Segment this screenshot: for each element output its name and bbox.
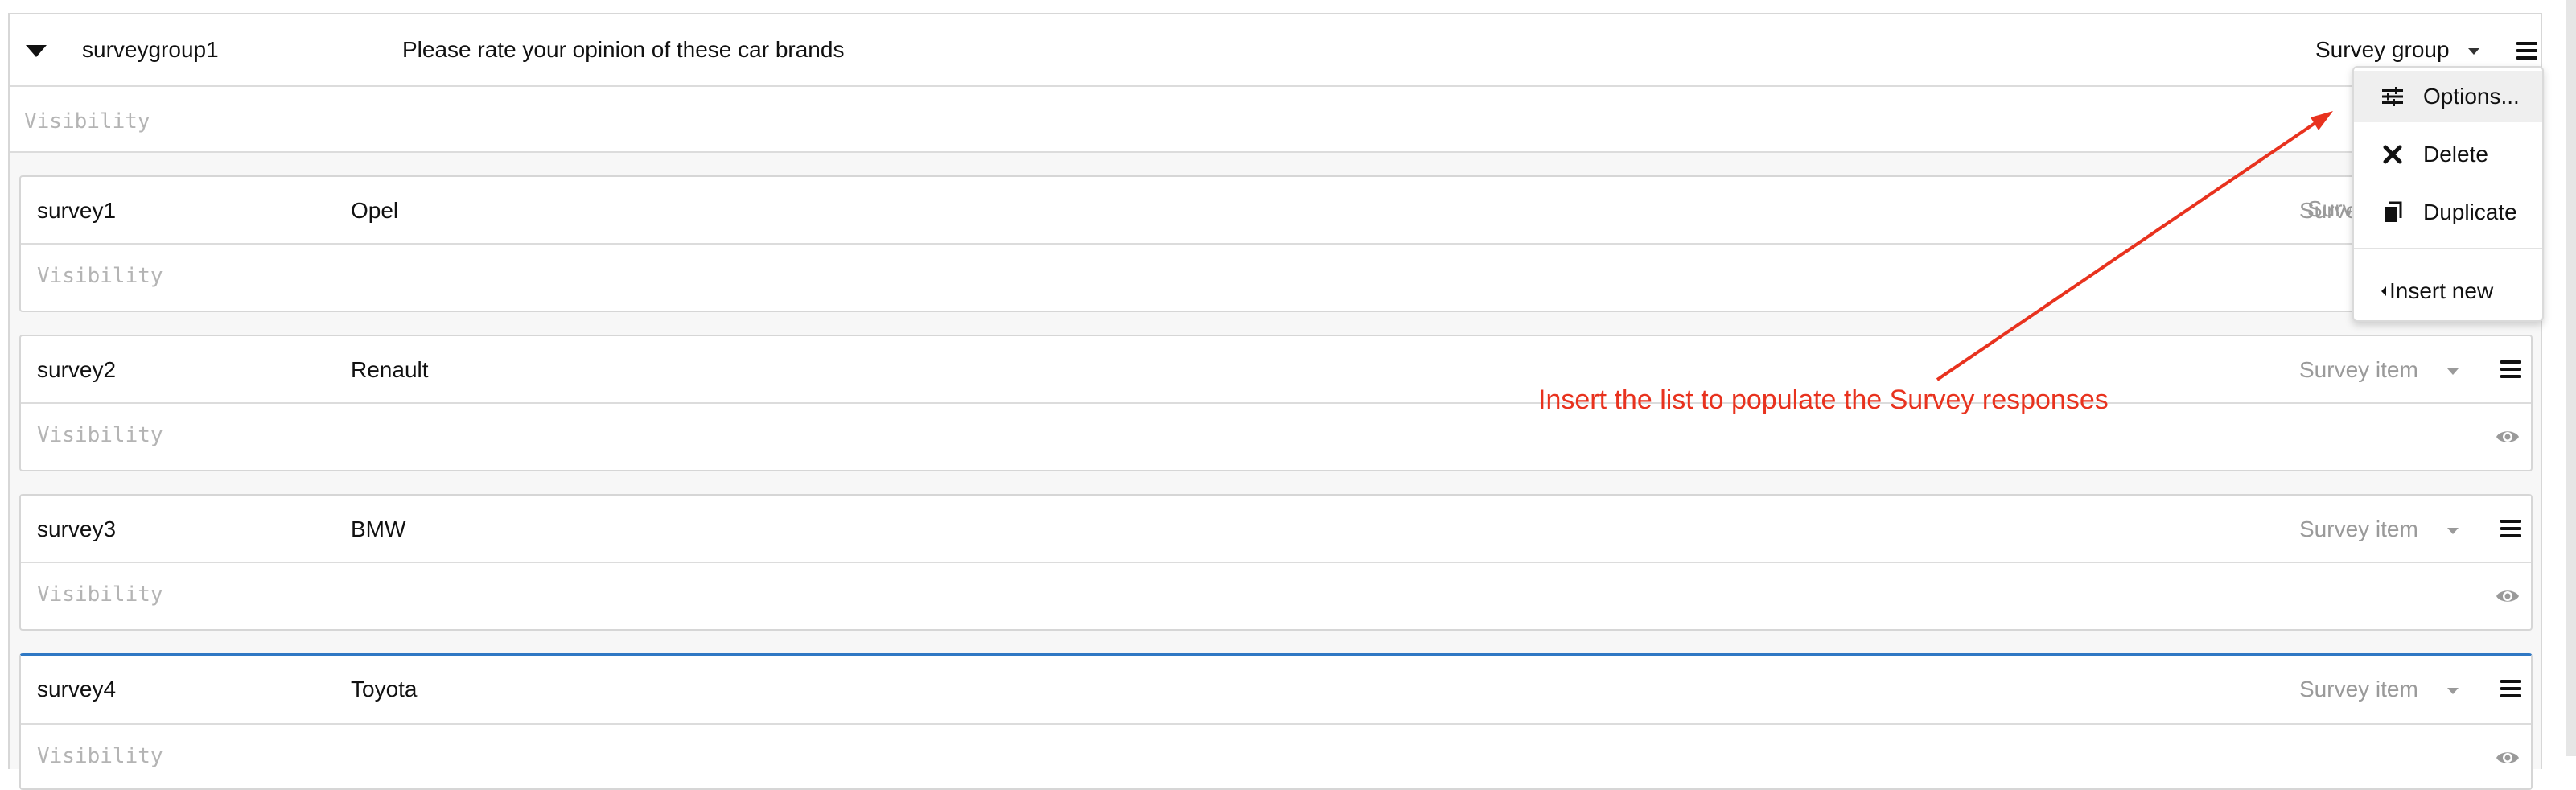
group-visibility-field[interactable]: Visibility: [24, 109, 150, 134]
item-name[interactable]: survey4: [37, 677, 116, 702]
item-title[interactable]: Opel: [351, 198, 398, 224]
chevron-down-icon[interactable]: [2447, 368, 2459, 375]
menu-delete-label: Delete: [2423, 142, 2488, 167]
annotation-text: Insert the list to populate the Survey r…: [1538, 385, 2109, 415]
item-title[interactable]: BMW: [351, 516, 405, 542]
chevron-down-icon[interactable]: [2468, 48, 2479, 55]
survey-item-header: survey3 BMW Survey item: [21, 496, 2531, 563]
group-title[interactable]: Please rate your opinion of these car br…: [402, 37, 844, 63]
chevron-down-icon[interactable]: [2447, 688, 2459, 694]
collapse-caret-icon[interactable]: [26, 45, 47, 57]
item-visibility-field[interactable]: Visibility: [37, 582, 163, 607]
sliders-icon: [2382, 87, 2403, 106]
menu-item-duplicate[interactable]: Duplicate: [2354, 187, 2542, 238]
survey-item-header: survey1 Opel Survey item: [21, 177, 2531, 245]
menu-divider: [2354, 248, 2542, 249]
eye-icon[interactable]: [2496, 749, 2520, 767]
item-menu-icon[interactable]: [2500, 520, 2521, 537]
item-type-select[interactable]: Survey item: [2299, 677, 2418, 702]
item-visibility-field[interactable]: Visibility: [37, 264, 163, 288]
survey-item-card: survey2 Renault Survey item Visibility: [19, 335, 2533, 471]
item-type-select[interactable]: Survey item: [2299, 357, 2418, 383]
item-visibility-field[interactable]: Visibility: [37, 744, 163, 768]
item-visibility-field[interactable]: Visibility: [37, 423, 163, 447]
eye-icon[interactable]: [2496, 587, 2520, 605]
item-title[interactable]: Toyota: [351, 677, 418, 702]
item-menu-icon[interactable]: [2500, 360, 2521, 378]
menu-item-delete[interactable]: Delete: [2354, 129, 2542, 180]
survey-item-header: survey4 Toyota Survey item: [21, 656, 2531, 725]
survey-group-header: surveygroup1 Please rate your opinion of…: [10, 14, 2541, 87]
eye-icon[interactable]: [2496, 428, 2520, 446]
menu-duplicate-label: Duplicate: [2423, 200, 2517, 224]
chevron-down-icon[interactable]: [2447, 528, 2459, 534]
group-context-menu: Options... Delete Duplicate Insert new: [2352, 66, 2544, 322]
item-type-select[interactable]: Survey item: [2299, 516, 2418, 542]
group-menu-icon[interactable]: [2516, 42, 2537, 60]
survey-item-card: survey1 Opel Survey item Visibility: [19, 175, 2533, 312]
item-type-partial: Survey item: [2307, 196, 2351, 221]
caret-left-icon: [2381, 286, 2386, 296]
survey-item-card: survey3 BMW Survey item Visibility: [19, 494, 2533, 631]
menu-options-label: Options...: [2423, 84, 2520, 109]
menu-item-options[interactable]: Options...: [2354, 71, 2542, 122]
window-edge: [2566, 0, 2576, 756]
close-icon: [2383, 145, 2402, 164]
group-visibility-row: Visibility: [10, 87, 2541, 153]
item-menu-icon[interactable]: [2500, 680, 2521, 697]
item-title[interactable]: Renault: [351, 357, 429, 383]
menu-item-insert-new[interactable]: Insert new: [2389, 278, 2493, 304]
item-name[interactable]: survey3: [37, 516, 116, 542]
group-name[interactable]: surveygroup1: [82, 37, 219, 63]
survey-item-header: survey2 Renault Survey item: [21, 336, 2531, 404]
group-type-select[interactable]: Survey group: [2315, 37, 2450, 63]
item-name[interactable]: survey1: [37, 198, 116, 224]
copy-icon: [2385, 201, 2402, 222]
survey-item-card-selected: survey4 Toyota Survey item Visibility: [19, 653, 2533, 790]
item-name[interactable]: survey2: [37, 357, 116, 383]
